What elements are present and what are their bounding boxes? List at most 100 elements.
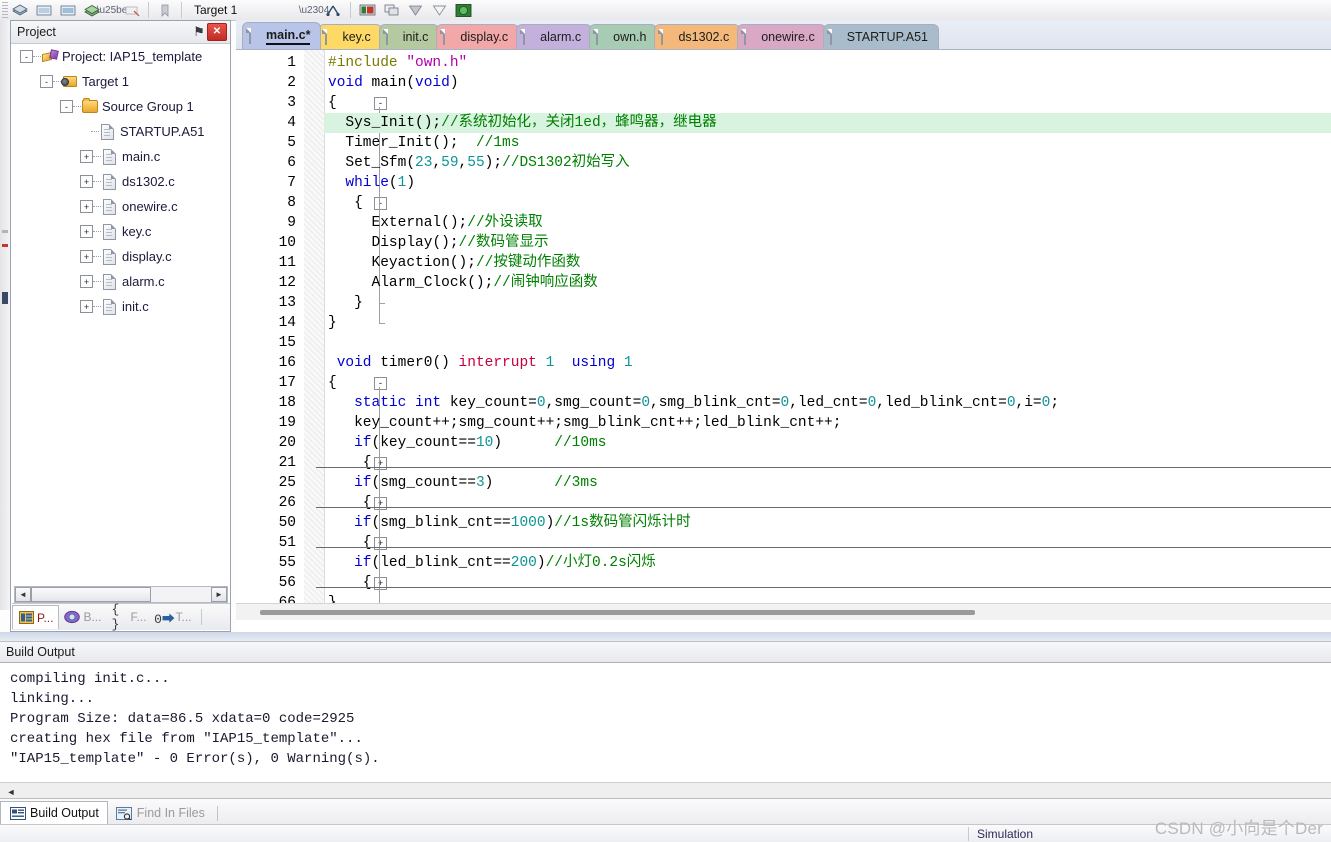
- output-tab-find-in-files[interactable]: Find In Files: [108, 801, 213, 825]
- filter-icon[interactable]: [427, 1, 451, 19]
- hscroll-thumb[interactable]: [31, 587, 151, 602]
- tree-item-alarm-c[interactable]: + alarm.c: [12, 269, 230, 294]
- build-dropdown-arrow-icon[interactable]: \u25be: [97, 2, 128, 18]
- code-line[interactable]: Sys_Init();//系统初始化，关闭1ed，蜂鸣器，继电器: [324, 113, 1331, 133]
- line-number: 18: [278, 395, 296, 411]
- tree-expander-expand[interactable]: +: [80, 300, 93, 313]
- tree-item-project-iap15-template[interactable]: - Project: IAP15_template: [12, 44, 230, 69]
- editor-tab-onewire-c[interactable]: onewire.c: [737, 24, 826, 49]
- code-line[interactable]: {: [328, 453, 372, 473]
- project-tab-books[interactable]: B...: [59, 605, 106, 629]
- tree-item-onewire-c[interactable]: + onewire.c: [12, 194, 230, 219]
- build-output-icon: [9, 806, 26, 821]
- diamond-icon[interactable]: [403, 1, 427, 19]
- fold-collapse-icon[interactable]: -: [374, 197, 387, 210]
- code-line[interactable]: if(key_count==10) //10ms: [328, 433, 606, 453]
- code-line[interactable]: Keyaction();//按键动作函数: [328, 253, 581, 273]
- editor-hscrollbar[interactable]: [236, 603, 1331, 620]
- tree-item-main-c[interactable]: + main.c: [12, 144, 230, 169]
- project-tree-hscrollbar[interactable]: ◄ ►: [14, 586, 228, 603]
- batch-build-icon[interactable]: [56, 1, 80, 19]
- code-line[interactable]: {: [328, 93, 337, 113]
- dock-splitter[interactable]: [0, 632, 1331, 641]
- code-line[interactable]: Timer_Init(); //1ms: [328, 133, 519, 153]
- fold-expand-icon[interactable]: +: [374, 497, 387, 510]
- code-line[interactable]: key_count++;smg_count++;smg_blink_cnt++;…: [328, 413, 841, 433]
- globe-icon[interactable]: [451, 1, 475, 19]
- tree-item-source-group-1[interactable]: - Source Group 1: [12, 94, 230, 119]
- code-line[interactable]: static int key_count=0,smg_count=0,smg_b…: [328, 393, 1059, 413]
- editor-tab-init-c[interactable]: init.c: [378, 24, 440, 49]
- tree-item-target-1[interactable]: - Target 1: [12, 69, 230, 94]
- fold-expand-icon[interactable]: +: [374, 537, 387, 550]
- code-line[interactable]: #include "own.h": [328, 53, 467, 73]
- editor-hscroll-thumb[interactable]: [260, 609, 975, 615]
- pin-icon[interactable]: ⚑: [191, 24, 207, 40]
- code-line[interactable]: void main(void): [328, 73, 459, 93]
- tree-item-init-c[interactable]: + init.c: [12, 294, 230, 319]
- target-options-icon[interactable]: [322, 1, 346, 19]
- bookmark-icon[interactable]: [153, 1, 177, 19]
- tree-expander-expand[interactable]: +: [80, 200, 93, 213]
- close-icon[interactable]: ✕: [207, 23, 227, 41]
- copy-components-icon[interactable]: [379, 1, 403, 19]
- rebuild-icon[interactable]: [32, 1, 56, 19]
- hscroll-track[interactable]: [151, 587, 211, 602]
- file-icon: [523, 28, 535, 45]
- fold-expand-icon[interactable]: +: [374, 577, 387, 590]
- code-line[interactable]: void timer0() interrupt 1 using 1: [328, 353, 633, 373]
- code-line[interactable]: if(smg_count==3) //3ms: [328, 473, 598, 493]
- code-line[interactable]: Set_Sfm(23,59,55);//DS1302初始写入: [328, 153, 629, 173]
- tree-item-key-c[interactable]: + key.c: [12, 219, 230, 244]
- manage-components-icon[interactable]: [355, 1, 379, 19]
- stop-build-icon[interactable]: [120, 1, 144, 19]
- code-line[interactable]: External();//外设读取: [328, 213, 543, 233]
- fold-expand-icon[interactable]: +: [374, 457, 387, 470]
- tree-expander-expand[interactable]: +: [80, 275, 93, 288]
- code-editor[interactable]: 1 2 3 4 5 6 7 8 9 10 11 12 13 14 15 16 17 18 19 20 21 25 26 50 5…: [236, 50, 1331, 616]
- chevron-down-icon[interactable]: \u2304: [299, 2, 330, 18]
- output-tab-build-output[interactable]: Build Output: [0, 801, 108, 825]
- code-line[interactable]: if(smg_blink_cnt==1000)//1s数码管闪烁计时: [328, 513, 690, 533]
- project-tab-functions[interactable]: { } F...: [106, 602, 151, 632]
- editor-tab-key-c[interactable]: key.c: [318, 24, 382, 49]
- build-scroll-left-icon[interactable]: ◄: [4, 785, 18, 799]
- editor-tab-main-c[interactable]: main.c*: [242, 22, 322, 49]
- tree-expander-expand[interactable]: +: [80, 250, 93, 263]
- target-selector[interactable]: Target 1: [192, 2, 306, 18]
- editor-tab-alarm-c[interactable]: alarm.c: [516, 24, 593, 49]
- code-line[interactable]: Display();//数码管显示: [328, 233, 549, 253]
- editor-tab-display-c[interactable]: display.c: [436, 24, 520, 49]
- tree-expander-collapse[interactable]: -: [40, 75, 53, 88]
- code-line[interactable]: {: [328, 533, 372, 553]
- code-line[interactable]: }: [328, 293, 363, 313]
- editor-tab-own-h[interactable]: own.h: [589, 24, 658, 49]
- tree-expander-expand[interactable]: +: [80, 225, 93, 238]
- tree-expander-expand[interactable]: +: [80, 150, 93, 163]
- code-line[interactable]: {: [328, 373, 337, 393]
- code-line[interactable]: {: [328, 193, 363, 213]
- tree-expander-collapse[interactable]: -: [60, 100, 73, 113]
- tree-expander-collapse[interactable]: -: [20, 50, 33, 63]
- fold-collapse-icon[interactable]: -: [374, 97, 387, 110]
- code-line[interactable]: {: [328, 573, 372, 593]
- tree-item-startup-a51[interactable]: STARTUP.A51: [12, 119, 230, 144]
- project-tab-project-view[interactable]: P...: [12, 605, 60, 629]
- code-folding-column[interactable]: - - - + + + +: [304, 50, 387, 616]
- code-line[interactable]: Alarm_Clock();//闹钟响应函数: [328, 273, 598, 293]
- tree-item-display-c[interactable]: + display.c: [12, 244, 230, 269]
- editor-tab-startup-a51[interactable]: STARTUP.A51: [822, 24, 940, 49]
- scroll-right-icon[interactable]: ►: [211, 587, 227, 602]
- code-line[interactable]: }: [328, 313, 337, 333]
- code-line[interactable]: {: [328, 493, 372, 513]
- editor-tab-ds1302-c[interactable]: ds1302.c: [654, 24, 741, 49]
- code-line[interactable]: if(led_blink_cnt==200)//小灯0.2s闪烁: [328, 553, 656, 573]
- code-line[interactable]: while(1): [328, 173, 415, 193]
- tree-expander-expand[interactable]: +: [80, 175, 93, 188]
- build-icon[interactable]: [8, 1, 32, 19]
- fold-collapse-icon[interactable]: -: [374, 377, 387, 390]
- project-tree[interactable]: - Project: IAP15_template - Target 1- Source…: [12, 44, 230, 600]
- tree-item-ds1302-c[interactable]: + ds1302.c: [12, 169, 230, 194]
- project-tab-templates[interactable]: 0⮕ T...: [152, 605, 197, 629]
- scroll-left-icon[interactable]: ◄: [15, 587, 31, 602]
